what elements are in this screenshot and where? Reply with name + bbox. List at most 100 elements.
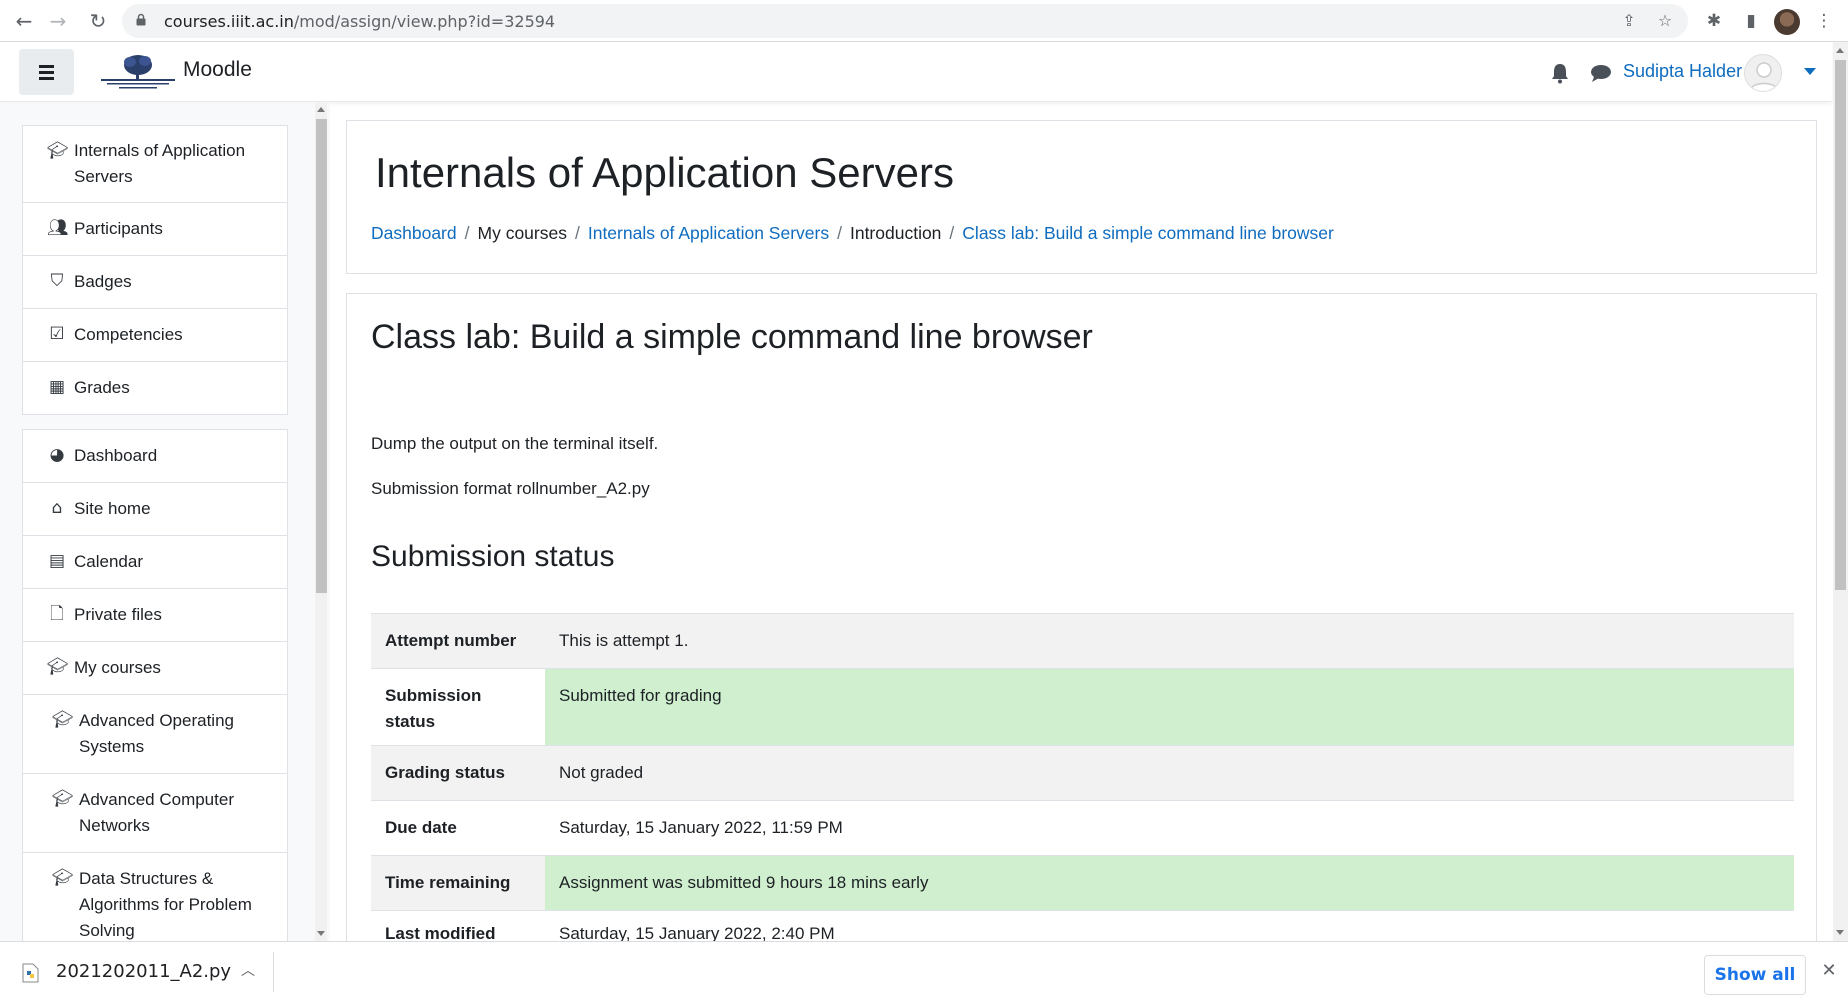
sidebar-item-label: Participants: [74, 219, 163, 238]
messages-chat-icon[interactable]: [1590, 64, 1612, 82]
breadcrumb-activity[interactable]: Class lab: Build a simple command line b…: [962, 223, 1334, 243]
profile-icon[interactable]: [1774, 9, 1800, 35]
forward-icon[interactable]: →: [46, 9, 70, 33]
sidebar-scroll-thumb[interactable]: [316, 119, 327, 593]
share-icon[interactable]: ⇪: [1620, 12, 1638, 30]
dashboard-icon: ◕: [49, 445, 65, 465]
chevron-up-icon[interactable]: ︿: [240, 963, 256, 979]
sidebar-item-site-home[interactable]: ⌂ Site home: [23, 483, 287, 536]
scroll-down-arrow-icon[interactable]: [1836, 930, 1844, 935]
sidebar-item-label: Site home: [74, 499, 151, 518]
table-row: Due date Saturday, 15 January 2022, 11:5…: [371, 800, 1794, 856]
user-menu-caret-icon[interactable]: [1804, 68, 1816, 75]
url-host: courses.iiit.ac.in: [164, 12, 294, 31]
sidebar-item-calendar[interactable]: ▤ Calendar: [23, 536, 287, 589]
sidebar-item-label: Competencies: [74, 325, 183, 344]
submission-status-table: Attempt number This is attempt 1. Submis…: [371, 613, 1794, 952]
breadcrumb-separator: /: [949, 223, 955, 243]
shield-icon: ⛉: [50, 271, 64, 291]
url-text[interactable]: courses.iiit.ac.in/mod/assign/view.php?i…: [164, 12, 555, 31]
row-value: Assignment was submitted 9 hours 18 mins…: [545, 855, 1794, 911]
sidebar-item-my-courses[interactable]: 🎓︎ My courses: [23, 642, 287, 695]
sidebar-item-course[interactable]: 🎓︎ Internals of Application Servers: [23, 126, 287, 203]
table-row: Grading status Not graded: [371, 745, 1794, 801]
graduation-cap-icon: 🎓︎: [52, 868, 74, 888]
graduation-cap-icon: 🎓︎: [47, 141, 69, 161]
menu-icon[interactable]: ⋮: [1813, 10, 1835, 32]
scroll-down-arrow-icon[interactable]: [317, 931, 325, 936]
hamburger-menu-button[interactable]: [19, 49, 74, 95]
home-icon: ⌂: [51, 498, 63, 518]
site-brand[interactable]: Moodle: [183, 58, 252, 82]
row-label: Attempt number: [371, 613, 545, 669]
sidebar-item-competencies[interactable]: ☑ Competencies: [23, 309, 287, 362]
row-value: This is attempt 1.: [545, 613, 1794, 669]
lock-icon[interactable]: [136, 13, 146, 26]
sidebar-item-label: Private files: [74, 605, 162, 624]
breadcrumb: Dashboard / My courses / Internals of Applic…: [371, 223, 1334, 244]
sidebar-item-label: My courses: [74, 658, 161, 677]
row-label: Time remaining: [371, 855, 545, 911]
close-icon[interactable]: ✕: [1820, 962, 1838, 980]
url-path: /mod/assign/view.php?id=32594: [293, 12, 556, 31]
table-row: Submission status Submitted for grading: [371, 668, 1794, 746]
user-name[interactable]: Sudipta Halder: [1623, 61, 1742, 82]
site-nav-group: ◕ Dashboard ⌂ Site home ▤ Calendar 🗋︎ Privat…: [22, 429, 288, 941]
address-bar[interactable]: courses.iiit.ac.in/mod/assign/view.php?i…: [122, 4, 1688, 38]
row-label: Grading status: [371, 745, 545, 801]
scroll-up-arrow-icon[interactable]: [317, 107, 325, 112]
sidebar-item-course-acn[interactable]: 🎓︎ Advanced Computer Networks: [23, 774, 287, 853]
page-scroll-thumb[interactable]: [1835, 60, 1846, 590]
row-value: Saturday, 15 January 2022, 11:59 PM: [545, 800, 1794, 856]
sidebar-scrollbar[interactable]: [315, 103, 327, 941]
row-label: Due date: [371, 800, 545, 856]
page-scrollbar[interactable]: [1833, 42, 1848, 941]
row-value: Submitted for grading: [545, 668, 1794, 746]
extensions-icon[interactable]: ✱: [1703, 10, 1725, 32]
sidebar-item-label: Internals of Application Servers: [74, 141, 246, 186]
sidebar-item-label: Dashboard: [74, 446, 158, 465]
user-avatar[interactable]: [1744, 54, 1782, 92]
sidebar-item-badges[interactable]: ⛉ Badges: [23, 256, 287, 309]
intro-text: Submission format rollnumber_A2.py: [371, 479, 650, 498]
show-all-button[interactable]: Show all: [1704, 955, 1806, 995]
sidebar-item-participants[interactable]: 👥︎ Participants: [23, 203, 287, 256]
sidebar-item-course-dsa[interactable]: 🎓︎ Data Structures & Algorithms for Probl…: [23, 853, 287, 941]
sidebar-item-private-files[interactable]: 🗋︎ Private files: [23, 589, 287, 642]
reload-icon[interactable]: ↻: [86, 9, 110, 33]
side-panel-icon[interactable]: ▮: [1740, 10, 1762, 32]
submission-status-heading: Submission status: [371, 540, 615, 573]
scroll-up-arrow-icon[interactable]: [1836, 48, 1844, 53]
breadcrumb-course[interactable]: Internals of Application Servers: [588, 223, 829, 243]
download-file-name[interactable]: 2021202011_A2.py: [56, 961, 231, 982]
python-file-icon[interactable]: [22, 963, 39, 983]
calendar-icon: ▤: [48, 551, 66, 571]
page-header: Internals of Application Servers Dashboa…: [346, 120, 1817, 274]
page-title: Internals of Application Servers: [375, 149, 954, 196]
check-square-icon: ☑: [49, 324, 65, 344]
sidebar-item-course-aos[interactable]: 🎓︎ Advanced Operating Systems: [23, 695, 287, 774]
graduation-cap-icon: 🎓︎: [47, 657, 69, 677]
bookmark-star-icon[interactable]: ☆: [1656, 12, 1674, 30]
users-icon: 👥︎: [47, 218, 69, 238]
notifications-bell-icon[interactable]: [1550, 62, 1570, 84]
activity-title: Class lab: Build a simple command line b…: [371, 318, 1093, 356]
institute-logo[interactable]: [99, 51, 177, 91]
row-label: Submission status: [371, 668, 545, 746]
sidebar-item-dashboard[interactable]: ◕ Dashboard: [23, 430, 287, 483]
breadcrumb-section: Introduction: [849, 223, 942, 243]
moodle-navbar: Moodle Sudipta Halder: [0, 42, 1832, 102]
row-value: Not graded: [545, 745, 1794, 801]
nav-drawer: 🎓︎ Internals of Application Servers 👥︎ Par…: [0, 103, 330, 941]
breadcrumb-dashboard[interactable]: Dashboard: [371, 223, 457, 243]
breadcrumb-separator: /: [574, 223, 580, 243]
sidebar-item-label: Badges: [74, 272, 132, 291]
table-row: Attempt number This is attempt 1.: [371, 613, 1794, 669]
sidebar-item-grades[interactable]: ▦ Grades: [23, 362, 287, 414]
table-icon: ▦: [48, 377, 66, 397]
back-icon[interactable]: ←: [12, 9, 36, 33]
breadcrumb-separator: /: [464, 223, 470, 243]
sidebar-item-label: Calendar: [74, 552, 143, 571]
download-bar: 2021202011_A2.py ︿ Show all ✕: [0, 941, 1848, 1001]
course-nav-group: 🎓︎ Internals of Application Servers 👥︎ Par…: [22, 125, 288, 415]
